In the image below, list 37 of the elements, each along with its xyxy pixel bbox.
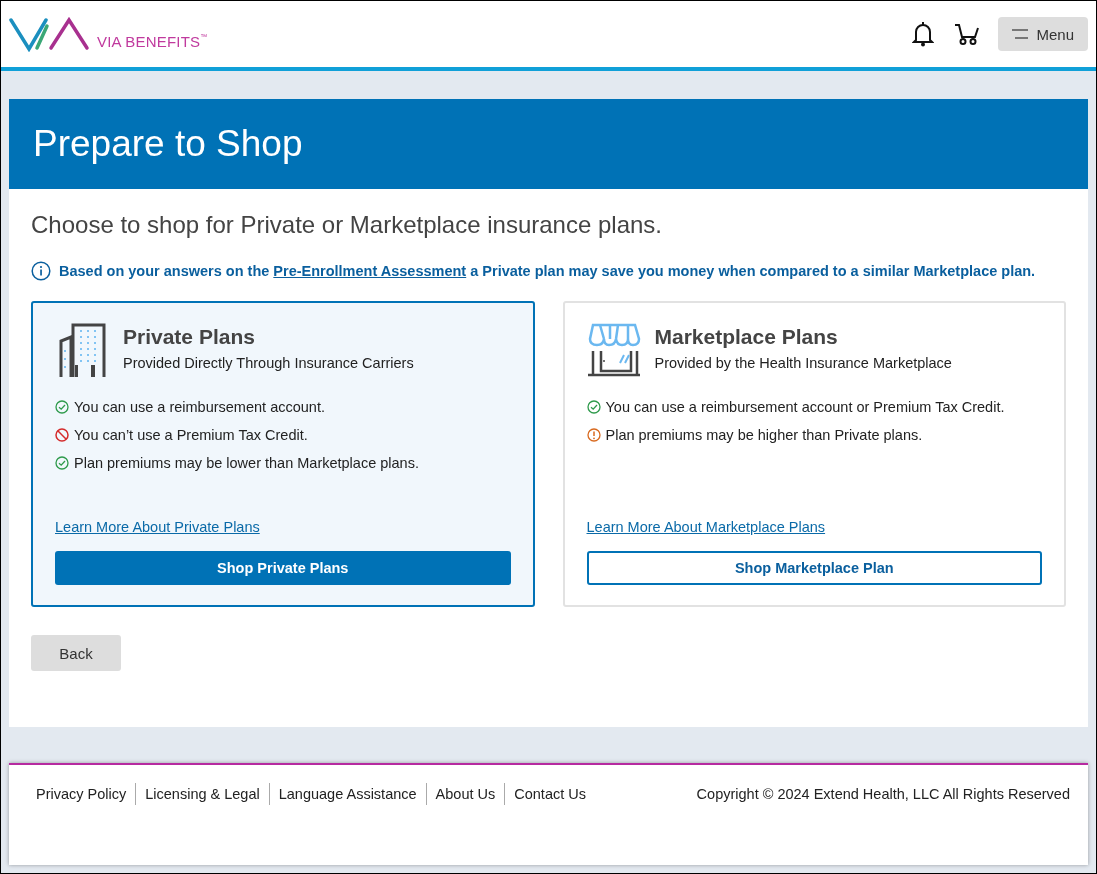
feature-text: You can use a reimbursement account. [74,399,325,415]
footer-link[interactable]: About Us [425,783,505,805]
info-icon [31,261,51,281]
footer-link[interactable]: Licensing & Legal [135,783,269,805]
plan-card[interactable] [31,301,535,607]
prohibited-icon [55,428,69,442]
plan-title: Marketplace Plans [654,325,839,349]
plan-title: Private Plans [123,325,256,349]
page-subtitle: Choose to shop for Private or Marketplace insurance plans. [31,211,663,239]
check-circle-icon [586,400,601,414]
building-icon [57,323,107,377]
shop-button[interactable]: Shop Private Plans [55,551,511,585]
cart-icon[interactable] [954,22,981,46]
back-button[interactable]: Back [31,635,121,671]
footer-link[interactable]: Contact Us [504,783,595,805]
feature-text: You can use a reimbursement account or Premium Tax Credit. [605,399,1005,415]
exclamation-circle-icon [586,428,601,442]
check-circle-icon [55,456,69,470]
feature-text: Plan premiums may be lower than Marketplace plans. [74,455,419,471]
check-circle-icon [55,400,69,414]
feature-text: You can’t use a Premium Tax Credit. [74,427,308,443]
menu-button[interactable]: Menu [998,17,1088,51]
shop-button[interactable]: Shop Marketplace Plan [586,551,1042,585]
copyright-text: Copyright © 2024 Extend Health, LLC All Rights Reserved [696,786,1070,802]
learn-more-link[interactable]: Learn More About Private Plans [55,519,260,535]
bell-icon[interactable] [912,21,935,47]
info-message: Based on your answers on the Pre-Enrollment Assessment a Private plan may save you money when compared to a similar Marketplace plan. [59,263,1036,279]
assessment-link[interactable]: Pre-Enrollment Assessment [273,263,467,279]
plan-subtitle: Provided Directly Through Insurance Carriers [123,355,414,371]
storefront-icon [586,323,641,377]
menu-icon [1012,29,1029,39]
footer-link[interactable]: Language Assistance [268,783,426,805]
feature-text: Plan premiums may be higher than Private plans. [605,427,923,443]
learn-more-link[interactable]: Learn More About Marketplace Plans [586,519,826,535]
plan-subtitle: Provided by the Health Insurance Marketplace [654,355,952,371]
page-title: Prepare to Shop [33,123,303,165]
footer-link[interactable]: Privacy Policy [27,783,136,805]
